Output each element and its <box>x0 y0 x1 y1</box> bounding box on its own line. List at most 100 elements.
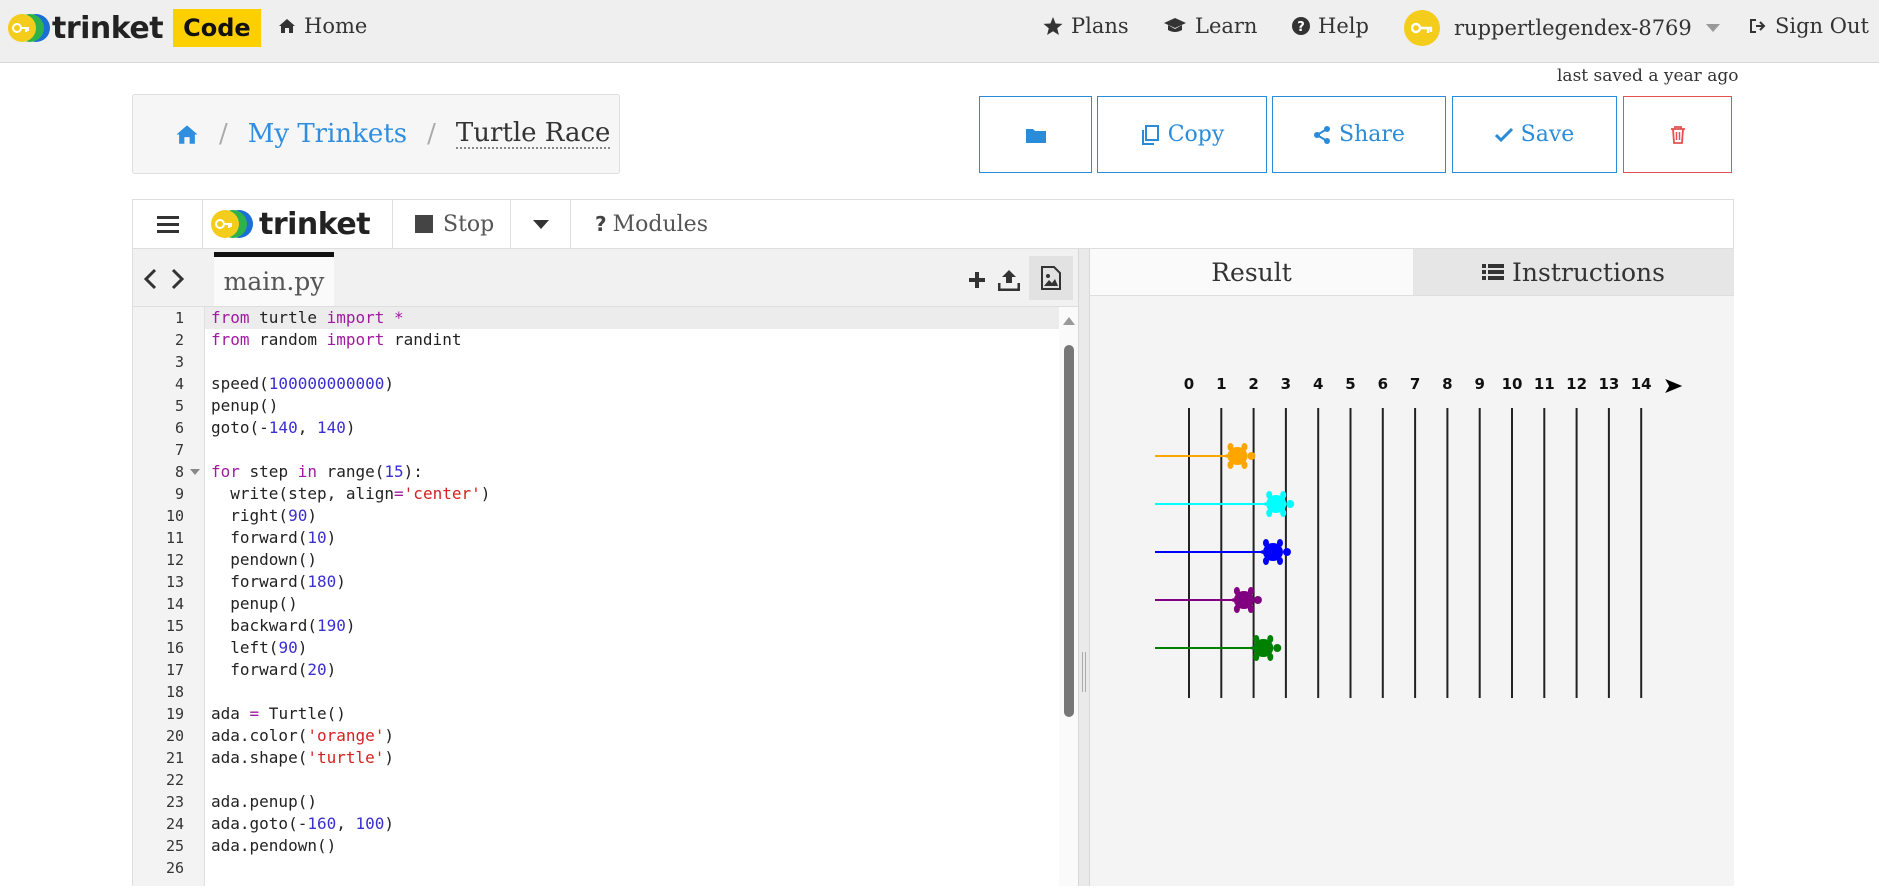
nav-plans-link[interactable]: Plans <box>1043 14 1129 38</box>
username-label: ruppertlegendex-8769 <box>1454 16 1692 40</box>
line-number: 13 <box>165 573 184 591</box>
question-icon: ? <box>595 212 607 236</box>
line-number: 26 <box>165 859 184 877</box>
home-icon[interactable] <box>175 124 199 145</box>
breadcrumb-my-trinkets[interactable]: My Trinkets <box>248 119 407 149</box>
output-panel: Result Instructions 0 1 2 3 4 5 6 7 8 9 10 11 12 13 14 <box>1090 249 1734 886</box>
nav-home-link[interactable]: Home <box>278 14 367 38</box>
hamburger-menu-icon <box>156 216 179 233</box>
breadcrumb-separator: / <box>219 119 228 149</box>
scroll-up-icon[interactable] <box>1063 317 1075 325</box>
modules-label: Modules <box>612 211 708 237</box>
line-number: 9 <box>174 485 184 503</box>
code-text-area[interactable]: from turtle import * from random import r… <box>211 307 1061 886</box>
share-button[interactable]: Share <box>1272 96 1446 173</box>
line-number: 25 <box>165 837 184 855</box>
trinket-toolbar-logo[interactable]: trinket <box>203 200 393 248</box>
line-number: 11 <box>165 529 184 547</box>
chevron-left-icon[interactable] <box>143 268 157 290</box>
add-file-icon[interactable] <box>968 271 986 289</box>
home-icon <box>279 19 295 33</box>
line-number: 21 <box>165 749 184 767</box>
save-button[interactable]: Save <box>1452 96 1617 173</box>
track-label: 5 <box>1345 375 1355 393</box>
code-line: forward(10) <box>211 528 337 547</box>
menu-button[interactable] <box>133 200 203 248</box>
line-number: 6 <box>174 419 184 437</box>
turtle-icon <box>1261 491 1295 517</box>
code-line: left(90) <box>211 638 308 657</box>
nav-plans-label: Plans <box>1071 14 1129 38</box>
line-number: 3 <box>174 353 184 371</box>
line-number: 4 <box>174 375 184 393</box>
trinket-toolbar: trinket Stop ? Modules <box>132 199 1734 249</box>
line-number: 1 <box>174 309 184 327</box>
nav-help-link[interactable]: ? Help <box>1292 14 1369 38</box>
key-icon <box>1411 22 1433 34</box>
top-navbar: trinket Code Home Plans Learn ? Help rup… <box>0 0 1879 63</box>
line-number-gutter: 1 2 3 4 5 6 7 8 9 10 11 12 13 14 15 16 17 18 19 20 21 22 23 24 2… <box>133 307 205 886</box>
tab-instructions[interactable]: Instructions <box>1413 249 1734 295</box>
code-line: ada.shape('turtle') <box>211 748 395 767</box>
track-label: 11 <box>1534 375 1555 393</box>
track-label: 7 <box>1410 375 1420 393</box>
tab-result[interactable]: Result <box>1090 249 1413 295</box>
nav-help-label: Help <box>1318 14 1369 38</box>
code-line: forward(180) <box>211 572 346 591</box>
fold-arrow-icon[interactable] <box>190 469 200 475</box>
brand-name: trinket <box>52 10 164 46</box>
output-tabs: Result Instructions <box>1090 249 1734 296</box>
line-number: 7 <box>174 441 184 459</box>
image-library-button[interactable] <box>1029 256 1073 300</box>
line-number: 12 <box>165 551 184 569</box>
track-label: 1 <box>1216 375 1226 393</box>
code-line: from turtle import * <box>211 308 404 327</box>
folder-button[interactable] <box>979 96 1092 173</box>
check-icon <box>1494 127 1513 142</box>
copy-icon <box>1141 124 1159 145</box>
modules-button[interactable]: ? Modules <box>571 200 751 248</box>
line-number: 16 <box>165 639 184 657</box>
turtle-race-drawing: 0 1 2 3 4 5 6 7 8 9 10 11 12 13 14 <box>1155 375 1683 698</box>
code-line: pendown() <box>211 550 317 569</box>
line-number: 8 <box>174 463 184 481</box>
track-label: 6 <box>1378 375 1388 393</box>
code-line: ada = Turtle() <box>211 704 346 723</box>
tab-instructions-label: Instructions <box>1512 257 1665 287</box>
track-label: 14 <box>1631 375 1652 393</box>
caret-down-icon <box>1705 24 1720 32</box>
delete-button[interactable] <box>1623 96 1732 173</box>
file-tab-bar: main.py <box>133 249 1079 307</box>
chevron-right-icon[interactable] <box>171 268 185 290</box>
trash-icon <box>1670 125 1685 144</box>
user-menu[interactable]: ruppertlegendex-8769 <box>1404 10 1720 46</box>
trinket-title[interactable]: Turtle Race <box>455 119 611 149</box>
file-tab-main[interactable]: main.py <box>214 252 334 306</box>
code-line: from random import randint <box>211 330 462 349</box>
code-line: write(step, align='center') <box>211 484 491 503</box>
scrollbar-thumb[interactable] <box>1064 345 1074 717</box>
question-circle-icon: ? <box>1292 17 1310 35</box>
stop-button[interactable]: Stop <box>393 200 511 248</box>
stop-icon <box>415 215 433 233</box>
upload-icon[interactable] <box>998 269 1020 291</box>
copy-button[interactable]: Copy <box>1097 96 1267 173</box>
share-icon <box>1314 125 1331 144</box>
pane-resize-handle[interactable] <box>1078 249 1090 886</box>
nav-learn-link[interactable]: Learn <box>1163 14 1257 38</box>
line-number: 19 <box>165 705 184 723</box>
run-options-dropdown[interactable] <box>511 200 571 248</box>
track-label: 4 <box>1313 375 1323 393</box>
code-line: for step in range(15): <box>211 462 423 481</box>
track-label: 12 <box>1566 375 1587 393</box>
tab-result-label: Result <box>1211 257 1292 287</box>
line-number: 15 <box>165 617 184 635</box>
code-line: ada.pendown() <box>211 836 337 855</box>
save-label: Save <box>1520 122 1575 147</box>
graduation-cap-icon <box>1164 18 1186 32</box>
brand-logo-link[interactable]: trinket Code <box>8 9 261 47</box>
toolbar-brand-name: trinket <box>259 206 371 242</box>
caret-down-icon <box>532 219 549 229</box>
editor-scrollbar[interactable] <box>1059 307 1079 886</box>
nav-signout-link[interactable]: Sign Out <box>1749 14 1869 38</box>
